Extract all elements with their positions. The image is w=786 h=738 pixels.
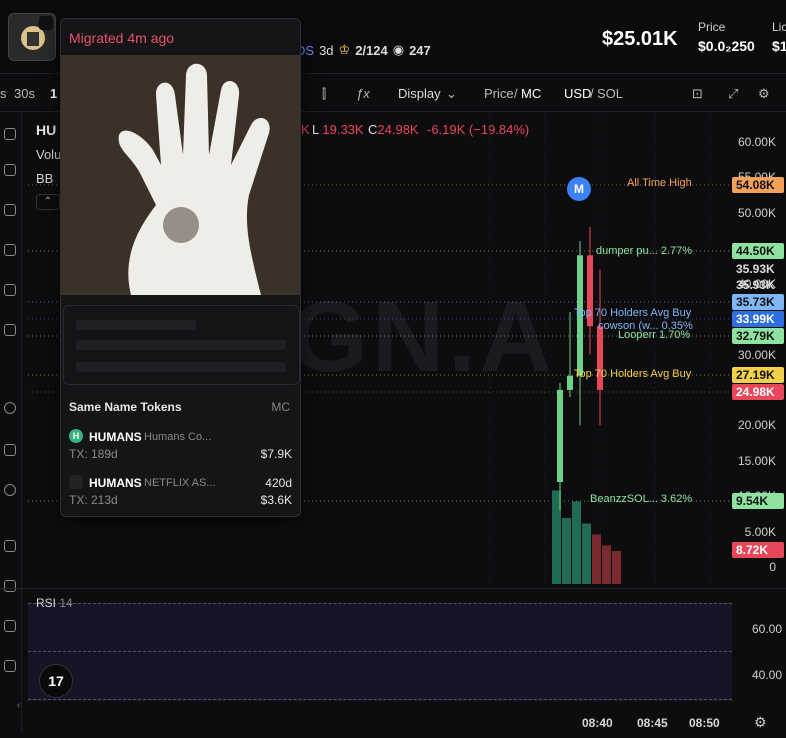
price-tag: 44.50K xyxy=(732,243,784,259)
loading-skeleton xyxy=(63,305,300,385)
y-tick-label: 30.00K xyxy=(737,347,776,362)
popup-migrated-title: Migrated 4m ago xyxy=(69,30,175,46)
volume-bar xyxy=(592,534,601,584)
xtick-0850: 08:50 xyxy=(689,716,720,730)
token-mc: $3.6K xyxy=(260,493,292,507)
y-tick-label: 20.00K xyxy=(737,418,776,433)
rsi-label: RSI 14 xyxy=(36,596,73,610)
annot-looperr: Looperr 1.70% xyxy=(618,329,691,341)
price-tag: 35.93K xyxy=(736,262,775,276)
token-logo-icon xyxy=(69,475,83,489)
mc-column-header: MC xyxy=(271,400,290,414)
annot-ath: All Time High xyxy=(627,177,692,189)
pane-divider[interactable] xyxy=(0,588,786,589)
candle-body xyxy=(557,389,563,482)
token-image xyxy=(61,55,300,295)
tradingview-logo[interactable]: 17 xyxy=(39,664,73,698)
rsi-lower-band xyxy=(28,699,732,700)
collapse-rail-icon[interactable]: ‹ xyxy=(17,700,20,711)
annot-top70-yellow: Top 70 Holders Avg Buy xyxy=(574,368,692,380)
token-symbol: HUMANS xyxy=(89,430,142,444)
token-symbol: HUMANS xyxy=(89,476,142,490)
rsi-tick-60: 60.00 xyxy=(751,622,782,636)
y-tick-label: 60.00K xyxy=(737,135,776,149)
rsi-mid-band xyxy=(28,651,732,652)
volume-bar xyxy=(572,501,581,584)
axis-settings-gear-icon[interactable]: ⚙ xyxy=(754,714,767,731)
price-tag: 35.73K xyxy=(732,294,784,310)
rsi-panel[interactable] xyxy=(28,603,732,701)
same-name-tokens-header: Same Name Tokens xyxy=(69,400,182,414)
token-tx: TX: 189d xyxy=(69,447,118,461)
token-logo-icon: H xyxy=(69,429,83,443)
token-mc: $7.9K xyxy=(260,447,292,461)
rsi-tick-40: 40.00 xyxy=(751,668,782,682)
token-hover-popup[interactable]: Migrated 4m ago Same Name Tokens MC H HU… xyxy=(60,18,301,517)
y-tick-label: 0 xyxy=(769,560,776,574)
price-tag: 27.19K xyxy=(732,367,784,383)
annot-beanzz: BeanzzSOL... 3.62% xyxy=(590,493,693,505)
token-tx: TX: 213d xyxy=(69,493,118,507)
price-tag: 32.79K xyxy=(732,328,784,344)
annot-top70-blue: Top 70 Holders Avg Buy xyxy=(574,307,692,319)
price-tag: 35.93K xyxy=(736,278,775,292)
token-name: Humans Co... xyxy=(144,431,212,443)
migration-marker[interactable]: M xyxy=(567,177,591,201)
price-tag: 9.54K xyxy=(732,493,784,509)
price-tag: 54.08K xyxy=(732,177,784,193)
same-name-token-row-1[interactable]: H HUMANS Humans Co... TX: 189d $7.9K xyxy=(61,423,300,465)
token-name: NETFLIX AS... xyxy=(144,477,216,489)
y-tick-label: 50.00K xyxy=(737,205,776,220)
price-tag: 24.98K xyxy=(732,384,784,400)
volume-bar xyxy=(562,518,571,584)
xtick-0845: 08:45 xyxy=(637,716,668,730)
y-tick-label: 5.00K xyxy=(744,524,776,539)
price-tag: 33.99K xyxy=(732,311,784,327)
volume-bar xyxy=(582,523,591,584)
handprint-icon xyxy=(61,55,300,295)
xtick-0840: 08:40 xyxy=(582,716,613,730)
candle-body xyxy=(597,326,603,390)
volume-bar xyxy=(602,545,611,584)
annot-dumper: dumper pu... 2.77% xyxy=(596,245,693,257)
y-tick-label: 15.00K xyxy=(737,453,776,468)
same-name-token-row-2[interactable]: HUMANS NETFLIX AS... 420d TX: 213d $3.6K xyxy=(61,469,300,511)
candle-body xyxy=(567,375,573,390)
price-tag: 8.72K xyxy=(732,542,784,558)
token-age: 420d xyxy=(265,476,292,490)
volume-bar xyxy=(612,551,621,584)
rsi-upper-band xyxy=(28,603,732,604)
